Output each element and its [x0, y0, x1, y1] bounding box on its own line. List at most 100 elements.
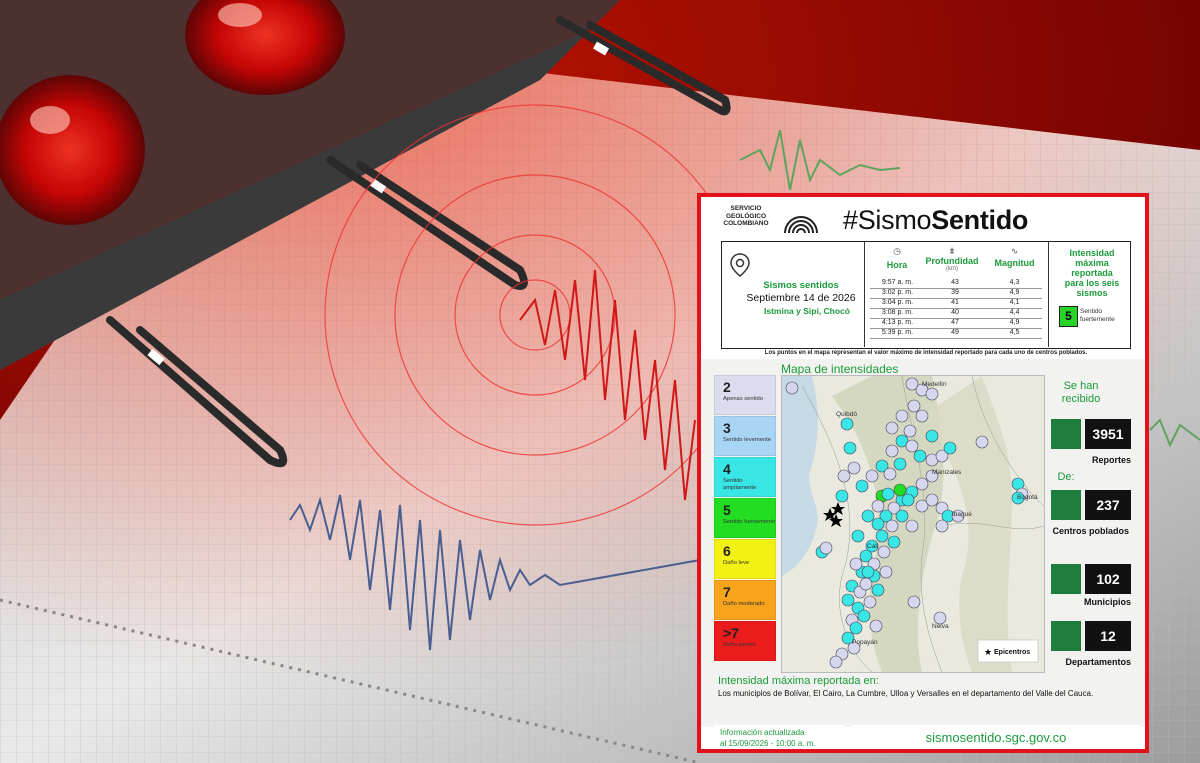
- map-point: [871, 583, 885, 597]
- max-intensity-title: Intensidad máxima reportada para los sei…: [1064, 248, 1120, 298]
- summary-date: Septiembre 14 de 2026: [746, 292, 856, 304]
- table-row: 3:02 p. m. 39 4,9: [870, 289, 1042, 299]
- table-row: 4:13 p. m. 47 4,9: [870, 319, 1042, 329]
- legend-number: 7: [723, 584, 731, 600]
- legend-item: 4 Sentido ampliamente: [714, 457, 776, 497]
- legend-item: 2 Apenas sentido: [714, 375, 776, 415]
- towns-icon: [1051, 490, 1081, 520]
- map-point: [883, 467, 897, 481]
- earthquake-summary-box: Sismos sentidos Septiembre 14 de 2026 Is…: [721, 241, 1131, 349]
- map-point: [840, 417, 854, 431]
- table-row: 3:08 p. m. 40 4,4: [870, 309, 1042, 319]
- map-point: [915, 409, 929, 423]
- map-canvas: Medellín Quibdó Manizales Ibagué Bogotá …: [782, 376, 1044, 672]
- departments-count: 12: [1085, 621, 1131, 651]
- map-point: [943, 441, 957, 455]
- org-name: SERVICIO GEOLÓGICO COLOMBIANO: [723, 205, 769, 227]
- map-point: [843, 441, 857, 455]
- legend-label: Sentido fuertemente: [723, 519, 776, 525]
- max-intensity-value: 5: [1059, 306, 1078, 327]
- map-point: [885, 444, 899, 458]
- legend-number: 6: [723, 543, 731, 559]
- place-label: Bogotá: [1017, 494, 1038, 501]
- map-point: [913, 449, 927, 463]
- table-row: 3:04 p. m. 41 4,1: [870, 299, 1042, 309]
- map-point: [863, 595, 877, 609]
- col-profundidad-unit: (km): [946, 266, 958, 272]
- map-point: [875, 529, 889, 543]
- map-point: [935, 519, 949, 533]
- map-point: [865, 469, 879, 483]
- map-point: [871, 499, 885, 513]
- legend-item: 7 Daño moderado: [714, 580, 776, 620]
- legend-number: 2: [723, 379, 731, 395]
- reports-icon: [1051, 419, 1081, 449]
- legend-label: Daño leve: [723, 560, 750, 566]
- table-row: 9:57 a. m. 43 4,3: [870, 279, 1042, 289]
- legend-label: Apenas sentido: [723, 396, 763, 402]
- map-point: [869, 619, 883, 633]
- departments-label: Departamentos: [1065, 657, 1131, 667]
- map-point: [837, 469, 851, 483]
- col-hora: Hora: [886, 260, 908, 270]
- col-magnitud: Magnitud: [994, 258, 1035, 268]
- map-point: [907, 399, 921, 413]
- epicenter-star-icon: ★: [984, 647, 992, 657]
- map-point: [885, 421, 899, 435]
- map-point: [895, 509, 909, 523]
- map-point: [861, 565, 875, 579]
- map-point: [879, 565, 893, 579]
- de-label: De:: [1057, 471, 1075, 483]
- sismo-sentido-infographic: SERVICIO GEOLÓGICO COLOMBIANO #SismoSent…: [697, 193, 1149, 753]
- place-label: Ibagué: [952, 511, 972, 518]
- epicenter-legend-label: Epicentros: [994, 649, 1030, 656]
- summary-title: Sismos sentidos: [763, 280, 839, 291]
- map-point: [851, 529, 865, 543]
- website-link[interactable]: sismosentido.sgc.gov.co: [851, 725, 1141, 749]
- place-label: Manizales: [932, 469, 962, 476]
- legend-item: >7 Daño severo: [714, 621, 776, 661]
- divider: [864, 242, 865, 347]
- departments-icon: [1051, 621, 1081, 651]
- place-label: Medellín: [922, 381, 947, 388]
- municipalities-count: 102: [1085, 564, 1131, 594]
- intensity-map: Medellín Quibdó Manizales Ibagué Bogotá …: [781, 375, 1045, 673]
- legend-label: Sentido ampliamente: [723, 478, 757, 491]
- reports-label: Reportes: [1091, 455, 1131, 465]
- map-point: [881, 487, 895, 501]
- place-label: Neiva: [932, 623, 949, 630]
- map-point: [861, 509, 875, 523]
- towns-label: Centros poblados: [1052, 526, 1129, 536]
- map-point: [887, 535, 901, 549]
- max-intensity-label: Sentido fuertemente: [1080, 308, 1115, 323]
- map-point: [907, 595, 921, 609]
- stats-heading: Se han recibido: [1061, 380, 1101, 405]
- map-point: [895, 409, 909, 423]
- map-point: [859, 577, 873, 591]
- map-point: [975, 435, 989, 449]
- legend-label: Daño moderado: [723, 601, 765, 607]
- map-point: [849, 621, 863, 635]
- map-point: [915, 477, 929, 491]
- map-point: [819, 541, 833, 555]
- map-point: [925, 429, 939, 443]
- wave-icon: ∿: [1010, 246, 1019, 256]
- map-point: [905, 439, 919, 453]
- map-point: [855, 479, 869, 493]
- map-point: [857, 609, 871, 623]
- map-point: [829, 655, 843, 669]
- update-info: Información actualizada al 15/09/2026 - …: [714, 725, 844, 749]
- legend-number: 4: [723, 461, 731, 477]
- map-point: [905, 519, 919, 533]
- reports-count: 3951: [1085, 419, 1131, 449]
- map-point: [835, 489, 849, 503]
- map-point: [903, 424, 917, 438]
- place-label: Popayán: [852, 639, 878, 646]
- map-point: [893, 483, 907, 497]
- map-point: [785, 381, 799, 395]
- card-header: SERVICIO GEOLÓGICO COLOMBIANO #SismoSent…: [701, 197, 1145, 241]
- map-point: [841, 593, 855, 607]
- legend-number: 5: [723, 502, 731, 518]
- municipalities-label: Municipios: [1084, 597, 1131, 607]
- max-reported-title: Intensidad máxima reportada en:: [718, 675, 879, 687]
